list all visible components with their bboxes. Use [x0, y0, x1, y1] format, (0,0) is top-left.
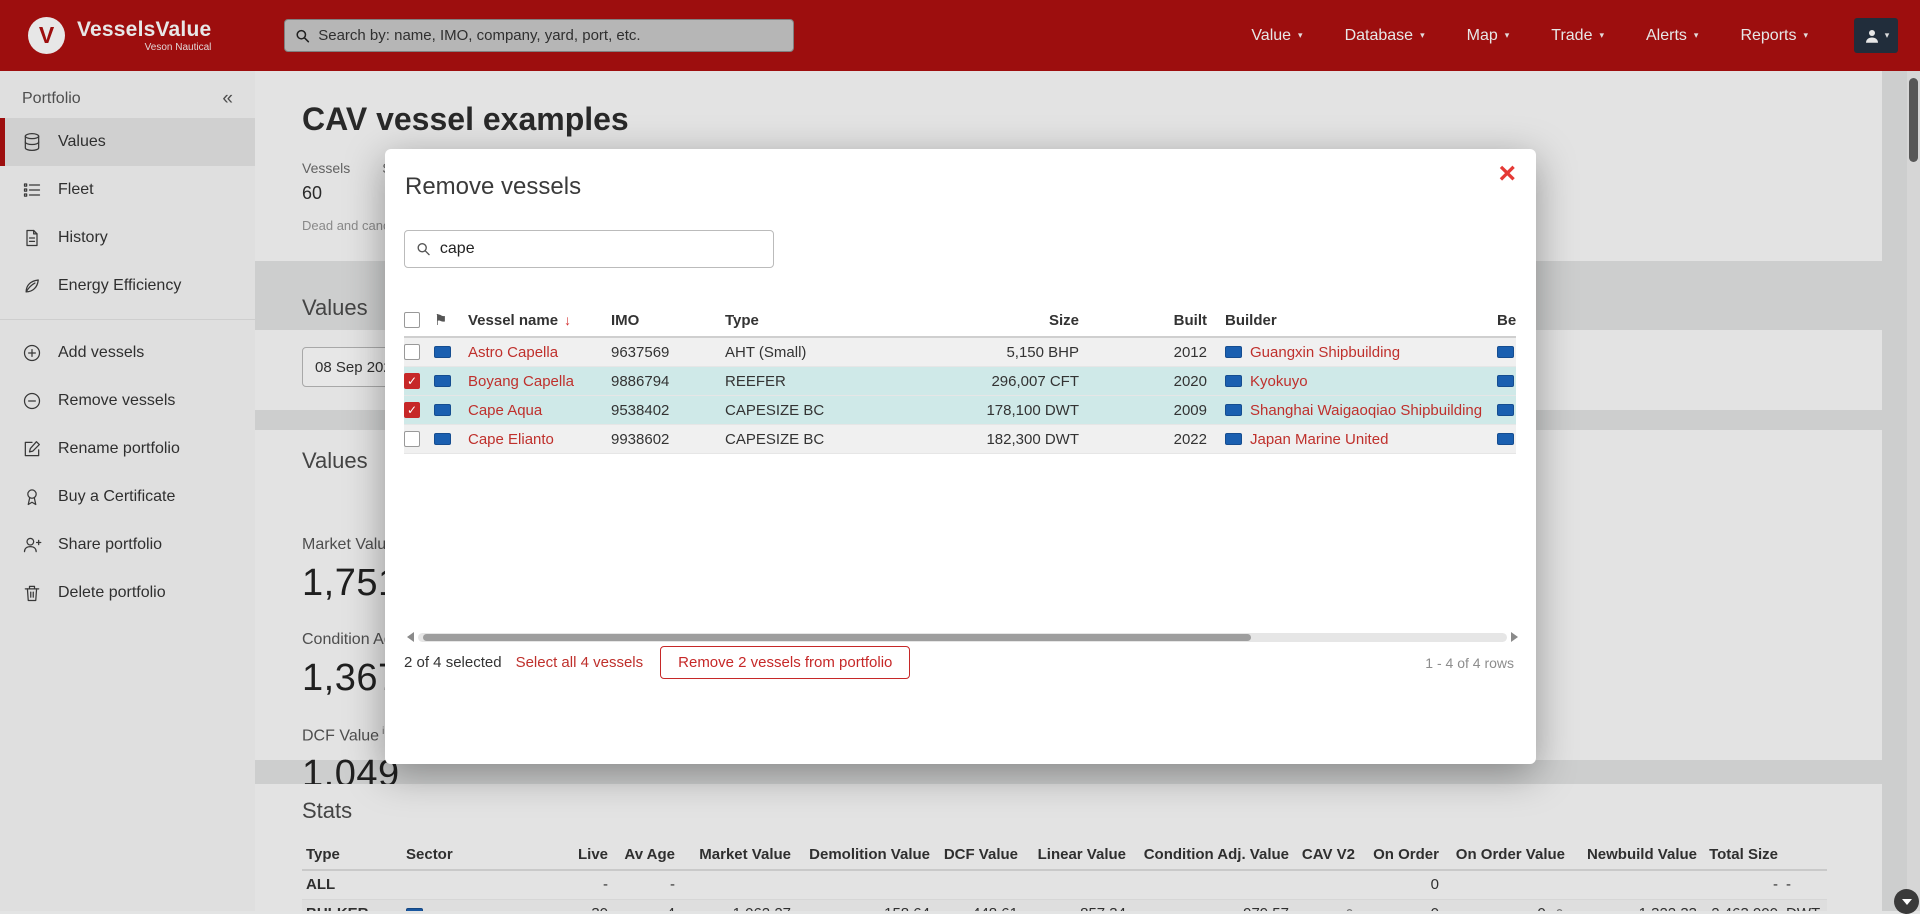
row-checkbox[interactable]	[404, 402, 420, 418]
flag-icon	[1497, 404, 1514, 416]
flag-icon	[434, 346, 451, 358]
flag-icon	[1225, 433, 1242, 445]
modal-footer: 2 of 4 selected Select all 4 vessels Rem…	[404, 646, 1514, 679]
col-beneficial-owner[interactable]: Ben	[1497, 312, 1516, 329]
table-row-cape-aqua[interactable]: Cape Aqua 9538402 CAPESIZE BC 178,100 DW…	[404, 396, 1516, 425]
vessel-name-link[interactable]: Astro Capella	[468, 344, 558, 361]
flag-icon	[434, 375, 451, 387]
built-cell: 2009	[1079, 402, 1207, 419]
table-row-cape-elianto[interactable]: Cape Elianto 9938602 CAPESIZE BC 182,300…	[404, 425, 1516, 454]
flag-column-icon: ⚑	[434, 311, 447, 329]
col-builder[interactable]: Builder	[1207, 312, 1497, 329]
imo-cell: 9886794	[611, 373, 725, 390]
col-imo[interactable]: IMO	[611, 312, 725, 329]
modal-title: Remove vessels	[405, 173, 581, 201]
sort-desc-icon: ↓	[564, 312, 571, 328]
col-type[interactable]: Type	[725, 312, 875, 329]
rows-count-text: 1 - 4 of 4 rows	[1425, 655, 1514, 671]
vessels-table-header: ⚑ Vessel name↓ IMO Type Size Built Build…	[404, 304, 1516, 338]
col-size[interactable]: Size	[875, 312, 1079, 329]
flag-icon	[1497, 433, 1514, 445]
scrollbar-track[interactable]	[418, 633, 1507, 642]
vessels-table: ⚑ Vessel name↓ IMO Type Size Built Build…	[404, 304, 1516, 454]
flag-icon	[1225, 404, 1242, 416]
size-cell: 296,007 CFT	[875, 373, 1079, 390]
imo-cell: 9637569	[611, 344, 725, 361]
flag-icon	[1225, 375, 1242, 387]
builder-link[interactable]: Kyokuyo	[1250, 373, 1308, 390]
builder-link[interactable]: Japan Marine United	[1250, 431, 1388, 448]
flag-icon	[1225, 346, 1242, 358]
scroll-down-button[interactable]	[1894, 889, 1919, 914]
builder-cell: Japan Marine United	[1207, 431, 1497, 448]
row-checkbox[interactable]	[404, 431, 420, 447]
builder-cell: Kyokuyo	[1207, 373, 1497, 390]
beneficial-owner-cell	[1497, 404, 1516, 416]
builder-link[interactable]: Shanghai Waigaoqiao Shipbuilding	[1250, 402, 1482, 419]
vessel-search[interactable]	[404, 230, 774, 268]
scroll-right-icon[interactable]	[1511, 632, 1518, 642]
type-cell: CAPESIZE BC	[725, 431, 875, 448]
remove-vessels-modal: Remove vessels × ⚑ Vessel name↓ IMO Type…	[385, 149, 1536, 764]
flag-icon	[434, 404, 451, 416]
builder-cell: Guangxin Shipbuilding	[1207, 344, 1497, 361]
remove-vessels-button[interactable]: Remove 2 vessels from portfolio	[660, 646, 910, 679]
vessel-name-link[interactable]: Cape Aqua	[468, 402, 542, 419]
size-cell: 5,150 BHP	[875, 344, 1079, 361]
type-cell: REEFER	[725, 373, 875, 390]
col-built[interactable]: Built	[1079, 312, 1207, 329]
scrollbar-thumb[interactable]	[423, 634, 1251, 641]
built-cell: 2020	[1079, 373, 1207, 390]
horizontal-scrollbar[interactable]	[407, 631, 1518, 643]
row-checkbox[interactable]	[404, 373, 420, 389]
flag-icon	[1497, 346, 1514, 358]
built-cell: 2022	[1079, 431, 1207, 448]
size-cell: 182,300 DWT	[875, 431, 1079, 448]
beneficial-owner-cell	[1497, 433, 1516, 445]
select-all-link[interactable]: Select all 4 vessels	[516, 654, 644, 671]
select-all-checkbox[interactable]	[404, 312, 420, 328]
selected-count-text: 2 of 4 selected	[404, 654, 502, 671]
builder-link[interactable]: Guangxin Shipbuilding	[1250, 344, 1400, 361]
table-row-boyang-capella[interactable]: Boyang Capella 9886794 REEFER 296,007 CF…	[404, 367, 1516, 396]
beneficial-owner-cell	[1497, 346, 1516, 358]
flag-icon	[434, 433, 451, 445]
search-icon	[416, 241, 431, 257]
imo-cell: 9538402	[611, 402, 725, 419]
imo-cell: 9938602	[611, 431, 725, 448]
type-cell: AHT (Small)	[725, 344, 875, 361]
type-cell: CAPESIZE BC	[725, 402, 875, 419]
beneficial-owner-cell	[1497, 375, 1516, 387]
size-cell: 178,100 DWT	[875, 402, 1079, 419]
chevron-down-icon	[1902, 899, 1912, 905]
builder-cell: Shanghai Waigaoqiao Shipbuilding	[1207, 402, 1497, 419]
flag-icon	[1497, 375, 1514, 387]
vessel-name-link[interactable]: Cape Elianto	[468, 431, 554, 448]
vessel-search-input[interactable]	[440, 240, 762, 258]
close-icon[interactable]: ×	[1498, 159, 1516, 189]
row-checkbox[interactable]	[404, 344, 420, 360]
col-vessel-name[interactable]: Vessel name↓	[468, 312, 611, 329]
table-row-astro-capella[interactable]: Astro Capella 9637569 AHT (Small) 5,150 …	[404, 338, 1516, 367]
scroll-left-icon[interactable]	[407, 632, 414, 642]
vessel-name-link[interactable]: Boyang Capella	[468, 373, 574, 390]
built-cell: 2012	[1079, 344, 1207, 361]
